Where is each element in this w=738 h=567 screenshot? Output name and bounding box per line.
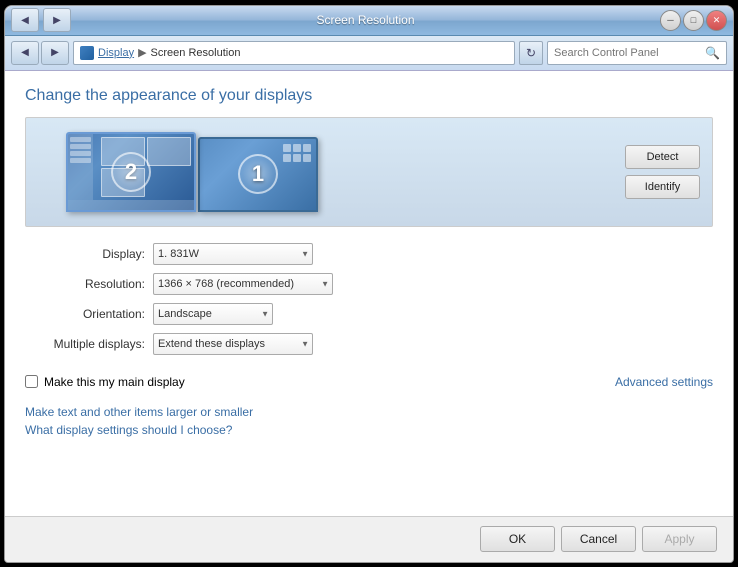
apply-button[interactable]: Apply — [642, 526, 717, 552]
monitor-2-taskbar — [68, 200, 194, 210]
search-box[interactable]: 🔍 — [547, 41, 727, 65]
links-section: Make text and other items larger or smal… — [25, 405, 713, 437]
resolution-label: Resolution: — [25, 277, 145, 291]
detect-identify-buttons: Detect Identify — [625, 145, 700, 199]
multiple-displays-select-wrapper: Extend these displays — [153, 333, 313, 355]
sidebar-mini-1 — [70, 137, 91, 142]
cancel-button[interactable]: Cancel — [561, 526, 636, 552]
multiple-displays-row: Multiple displays: Extend these displays — [25, 333, 713, 355]
mini-icon-1 — [283, 144, 291, 152]
address-separator: ▶ — [138, 46, 146, 59]
mini-icon-3 — [303, 144, 311, 152]
multiple-displays-select[interactable]: Extend these displays — [153, 333, 313, 355]
resolution-row: Resolution: 1366 × 768 (recommended) — [25, 273, 713, 295]
mini-icon-2 — [293, 144, 301, 152]
minimize-button[interactable]: ─ — [660, 10, 681, 31]
address-part-display: Display — [98, 47, 134, 59]
mini-icon-6 — [303, 154, 311, 162]
content-area: Change the appearance of your displays — [5, 71, 733, 516]
monitor-2-content: 2 — [68, 134, 194, 210]
close-button[interactable]: ✕ — [706, 10, 727, 31]
orientation-select-wrapper: Landscape — [153, 303, 273, 325]
mini-icon-4 — [283, 154, 291, 162]
link-text-size[interactable]: Make text and other items larger or smal… — [25, 405, 713, 419]
refresh-button[interactable]: ↻ — [519, 41, 543, 65]
forward-button[interactable]: ▶ — [41, 41, 69, 65]
form-section: Display: 1. 831W Resolution: 1366 × 768 … — [25, 239, 713, 359]
monitor-2-main — [98, 134, 194, 200]
search-input[interactable] — [554, 47, 701, 59]
resolution-select[interactable]: 1366 × 768 (recommended) — [153, 273, 333, 295]
nav-forward-button[interactable]: ▶ — [43, 8, 71, 32]
detect-button[interactable]: Detect — [625, 145, 700, 169]
title-bar: ◀ ▶ Screen Resolution ─ □ ✕ — [5, 6, 733, 36]
ok-button[interactable]: OK — [480, 526, 555, 552]
advanced-settings-link[interactable]: Advanced settings — [615, 375, 713, 389]
back-button[interactable]: ◀ — [11, 41, 39, 65]
mini-icon-5 — [293, 154, 301, 162]
display-monitors: 2 1 — [66, 132, 318, 212]
nav-back-button[interactable]: ◀ — [11, 8, 39, 32]
window-mini-2 — [147, 137, 191, 166]
monitor-1-number: 1 — [238, 154, 278, 194]
checkbox-row: Make this my main display Advanced setti… — [25, 371, 713, 393]
address-part-resolution: Screen Resolution — [151, 47, 241, 59]
sidebar-mini-2 — [70, 144, 91, 149]
display-select[interactable]: 1. 831W — [153, 243, 313, 265]
monitor-2[interactable]: 2 — [66, 132, 196, 212]
resolution-select-wrapper: 1366 × 768 (recommended) — [153, 273, 333, 295]
sidebar-mini-3 — [70, 151, 91, 156]
nav-buttons: ◀ ▶ — [11, 41, 69, 65]
address-bar: ◀ ▶ Display ▶ Screen Resolution ↻ 🔍 — [5, 36, 733, 71]
display-preview-container: 2 1 — [25, 117, 713, 227]
orientation-label: Orientation: — [25, 307, 145, 321]
monitor-1[interactable]: 1 — [198, 137, 318, 212]
link-display-settings[interactable]: What display settings should I choose? — [25, 423, 713, 437]
orientation-row: Orientation: Landscape — [25, 303, 713, 325]
monitor-1-icons — [283, 144, 311, 162]
address-box[interactable]: Display ▶ Screen Resolution — [73, 41, 515, 65]
title-bar-left: ◀ ▶ — [11, 8, 71, 32]
checkbox-left: Make this my main display — [25, 375, 185, 389]
maximize-button[interactable]: □ — [683, 10, 704, 31]
orientation-select[interactable]: Landscape — [153, 303, 273, 325]
address-icon — [80, 46, 94, 60]
window-title: Screen Resolution — [316, 13, 414, 27]
display-row: Display: 1. 831W — [25, 243, 713, 265]
display-select-wrapper: 1. 831W — [153, 243, 313, 265]
window-mini-1 — [101, 137, 145, 166]
sidebar-mini-4 — [70, 158, 91, 163]
window-mini-3 — [101, 168, 145, 197]
monitor-2-sidebar — [68, 134, 93, 200]
search-icon: 🔍 — [705, 46, 720, 60]
main-display-checkbox[interactable] — [25, 375, 38, 388]
page-title: Change the appearance of your displays — [25, 87, 713, 105]
title-bar-controls: ─ □ ✕ — [660, 10, 727, 31]
main-display-checkbox-label: Make this my main display — [44, 375, 185, 389]
display-label: Display: — [25, 247, 145, 261]
identify-button[interactable]: Identify — [625, 175, 700, 199]
bottom-bar: OK Cancel Apply — [5, 516, 733, 562]
multiple-displays-label: Multiple displays: — [25, 337, 145, 351]
main-window: ◀ ▶ Screen Resolution ─ □ ✕ ◀ ▶ Display … — [4, 5, 734, 563]
